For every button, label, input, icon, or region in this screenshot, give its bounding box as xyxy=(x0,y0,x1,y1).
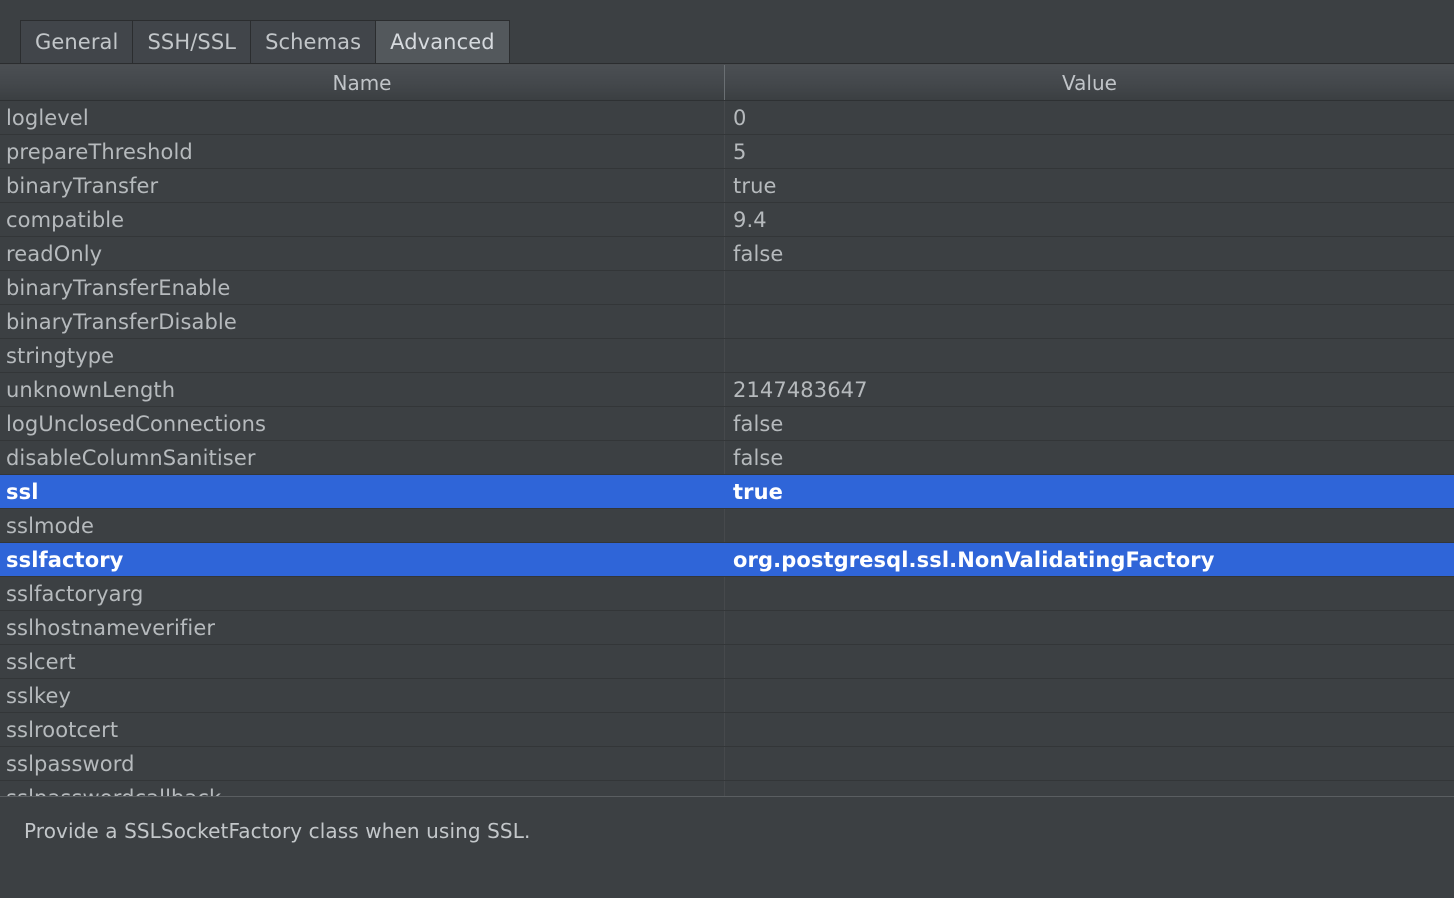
cell-name[interactable]: sslrootcert xyxy=(0,713,725,746)
table-header-row: Name Value xyxy=(0,65,1454,101)
cell-name[interactable]: ssl xyxy=(0,475,725,508)
cell-name[interactable]: logUnclosedConnections xyxy=(0,407,725,440)
cell-value[interactable]: false xyxy=(725,441,1454,474)
cell-name[interactable]: prepareThreshold xyxy=(0,135,725,168)
column-header-name[interactable]: Name xyxy=(0,65,725,100)
cell-value[interactable] xyxy=(725,509,1454,542)
cell-value[interactable] xyxy=(725,271,1454,304)
table-row[interactable]: loglevel 0 xyxy=(0,101,1454,135)
cell-name[interactable]: stringtype xyxy=(0,339,725,372)
cell-value[interactable] xyxy=(725,781,1454,796)
property-description-text: Provide a SSLSocketFactory class when us… xyxy=(24,819,531,843)
table-row[interactable]: binaryTransfer true xyxy=(0,169,1454,203)
cell-name[interactable]: compatible xyxy=(0,203,725,236)
properties-table: Name Value loglevel 0 prepareThreshold 5 bin… xyxy=(0,64,1454,796)
cell-value[interactable]: 5 xyxy=(725,135,1454,168)
cell-value[interactable]: 9.4 xyxy=(725,203,1454,236)
table-row[interactable]: sslkey xyxy=(0,679,1454,713)
column-header-value[interactable]: Value xyxy=(725,65,1454,100)
cell-value[interactable]: 2147483647 xyxy=(725,373,1454,406)
cell-name[interactable]: binaryTransfer xyxy=(0,169,725,202)
cell-name[interactable]: sslfactory xyxy=(0,543,725,576)
description-panel: Provide a SSLSocketFactory class when us… xyxy=(0,796,1454,898)
table-row[interactable]: sslmode xyxy=(0,509,1454,543)
cell-value[interactable] xyxy=(725,611,1454,644)
cell-value[interactable] xyxy=(725,645,1454,678)
cell-value[interactable]: org.postgresql.ssl.NonValidatingFactory xyxy=(725,543,1454,576)
cell-name[interactable]: sslkey xyxy=(0,679,725,712)
advanced-settings-panel: General SSH/SSL Schemas Advanced Name Value… xyxy=(0,0,1454,898)
tab-general[interactable]: General xyxy=(20,20,133,64)
cell-value[interactable]: true xyxy=(725,169,1454,202)
cell-value[interactable] xyxy=(725,679,1454,712)
cell-value[interactable] xyxy=(725,305,1454,338)
cell-name[interactable]: sslpasswordcallback xyxy=(0,781,725,796)
table-row[interactable]: compatible 9.4 xyxy=(0,203,1454,237)
cell-name[interactable]: sslhostnameverifier xyxy=(0,611,725,644)
cell-value[interactable]: false xyxy=(725,407,1454,440)
cell-value[interactable] xyxy=(725,747,1454,780)
cell-value[interactable] xyxy=(725,339,1454,372)
cell-name[interactable]: readOnly xyxy=(0,237,725,270)
table-body: loglevel 0 prepareThreshold 5 binaryTransfer… xyxy=(0,101,1454,796)
table-row[interactable]: ssl true xyxy=(0,475,1454,509)
cell-value[interactable]: 0 xyxy=(725,101,1454,134)
cell-name[interactable]: disableColumnSanitiser xyxy=(0,441,725,474)
table-row[interactable]: sslpasswordcallback xyxy=(0,781,1454,796)
cell-name[interactable]: sslfactoryarg xyxy=(0,577,725,610)
table-row[interactable]: sslcert xyxy=(0,645,1454,679)
table-row[interactable]: logUnclosedConnections false xyxy=(0,407,1454,441)
table-row[interactable]: binaryTransferDisable xyxy=(0,305,1454,339)
table-row[interactable]: sslhostnameverifier xyxy=(0,611,1454,645)
cell-name[interactable]: sslcert xyxy=(0,645,725,678)
table-row[interactable]: sslfactory org.postgresql.ssl.NonValidati… xyxy=(0,543,1454,577)
table-row[interactable]: unknownLength 2147483647 xyxy=(0,373,1454,407)
table-row[interactable]: sslrootcert xyxy=(0,713,1454,747)
cell-name[interactable]: loglevel xyxy=(0,101,725,134)
table-row[interactable]: sslfactoryarg xyxy=(0,577,1454,611)
cell-name[interactable]: binaryTransferDisable xyxy=(0,305,725,338)
cell-name[interactable]: sslpassword xyxy=(0,747,725,780)
cell-name[interactable]: sslmode xyxy=(0,509,725,542)
tab-ssh-ssl[interactable]: SSH/SSL xyxy=(132,20,251,64)
table-row[interactable]: prepareThreshold 5 xyxy=(0,135,1454,169)
table-row[interactable]: sslpassword xyxy=(0,747,1454,781)
cell-value[interactable] xyxy=(725,713,1454,746)
tab-advanced[interactable]: Advanced xyxy=(375,20,510,64)
table-row[interactable]: stringtype xyxy=(0,339,1454,373)
cell-value[interactable]: false xyxy=(725,237,1454,270)
table-row[interactable]: binaryTransferEnable xyxy=(0,271,1454,305)
table-row[interactable]: readOnly false xyxy=(0,237,1454,271)
cell-name[interactable]: binaryTransferEnable xyxy=(0,271,725,304)
tab-schemas[interactable]: Schemas xyxy=(250,20,376,64)
cell-value[interactable] xyxy=(725,577,1454,610)
tab-bar: General SSH/SSL Schemas Advanced xyxy=(0,0,1454,64)
cell-value[interactable]: true xyxy=(725,475,1454,508)
cell-name[interactable]: unknownLength xyxy=(0,373,725,406)
table-row[interactable]: disableColumnSanitiser false xyxy=(0,441,1454,475)
